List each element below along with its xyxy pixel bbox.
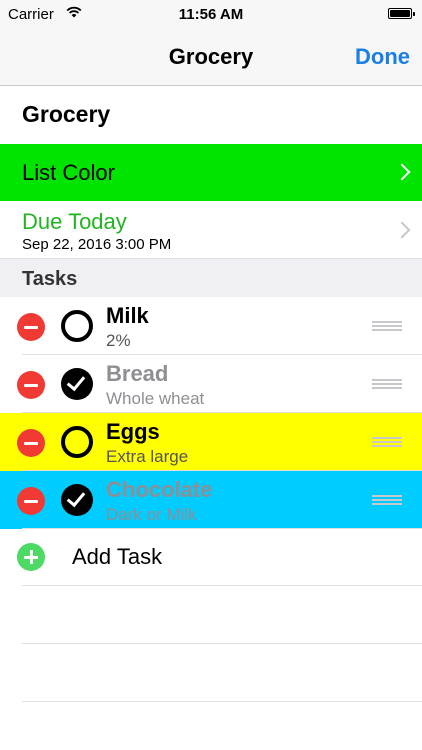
list-name-field[interactable]: Grocery — [22, 101, 110, 128]
reorder-handle-icon[interactable] — [372, 379, 402, 389]
add-task-label: Add Task — [72, 544, 163, 569]
tasks-header-label: Tasks — [22, 268, 78, 290]
tasks-section-header: Tasks — [0, 259, 422, 297]
list-color-row[interactable]: List Color — [0, 144, 422, 201]
task-note: Whole wheat — [106, 389, 205, 408]
reorder-handle-icon[interactable] — [372, 437, 402, 447]
unchecked-circle-icon[interactable] — [61, 426, 93, 458]
task-note: 2% — [106, 331, 131, 350]
task-name: Milk — [106, 303, 149, 328]
task-name: Chocolate — [106, 477, 213, 502]
row-separator — [22, 585, 422, 586]
battery-icon — [388, 8, 415, 19]
delete-icon[interactable] — [17, 429, 45, 457]
task-row[interactable]: Eggs Extra large — [0, 413, 422, 471]
task-row[interactable]: Bread Whole wheat — [0, 355, 422, 413]
add-task-row[interactable]: Add Task — [0, 528, 422, 586]
reorder-handle-icon[interactable] — [372, 321, 402, 331]
add-icon[interactable] — [17, 543, 45, 571]
due-date: Sep 22, 2016 3:00 PM — [22, 236, 172, 253]
status-time: 11:56 AM — [178, 6, 244, 23]
task-note: Extra large — [106, 447, 189, 466]
chevron-right-icon — [393, 221, 411, 239]
empty-row-separator — [22, 643, 422, 644]
task-name: Eggs — [106, 419, 160, 444]
task-note: Dark or Milk — [106, 505, 197, 524]
checked-circle-icon[interactable] — [61, 368, 93, 400]
due-date-row[interactable]: Due Today Sep 22, 2016 3:00 PM — [0, 201, 422, 259]
unchecked-circle-icon[interactable] — [61, 310, 93, 342]
delete-icon[interactable] — [17, 313, 45, 341]
task-row[interactable]: Milk 2% — [0, 297, 422, 355]
due-label: Due Today — [22, 209, 127, 234]
delete-icon[interactable] — [17, 371, 45, 399]
empty-row-separator — [22, 701, 422, 702]
status-bar: Carrier 11:56 AM — [0, 0, 422, 30]
task-row[interactable]: Chocolate Dark or Milk — [0, 471, 422, 529]
task-name: Bread — [106, 361, 169, 386]
list-color-label: List Color — [22, 160, 115, 185]
navigation-bar: Grocery Done — [0, 30, 422, 86]
list-name-row[interactable]: Grocery — [0, 86, 422, 144]
reorder-handle-icon[interactable] — [372, 495, 402, 505]
delete-icon[interactable] — [17, 487, 45, 515]
chevron-right-icon — [393, 163, 411, 181]
done-button[interactable]: Done — [355, 44, 410, 70]
checked-circle-icon[interactable] — [61, 484, 93, 516]
